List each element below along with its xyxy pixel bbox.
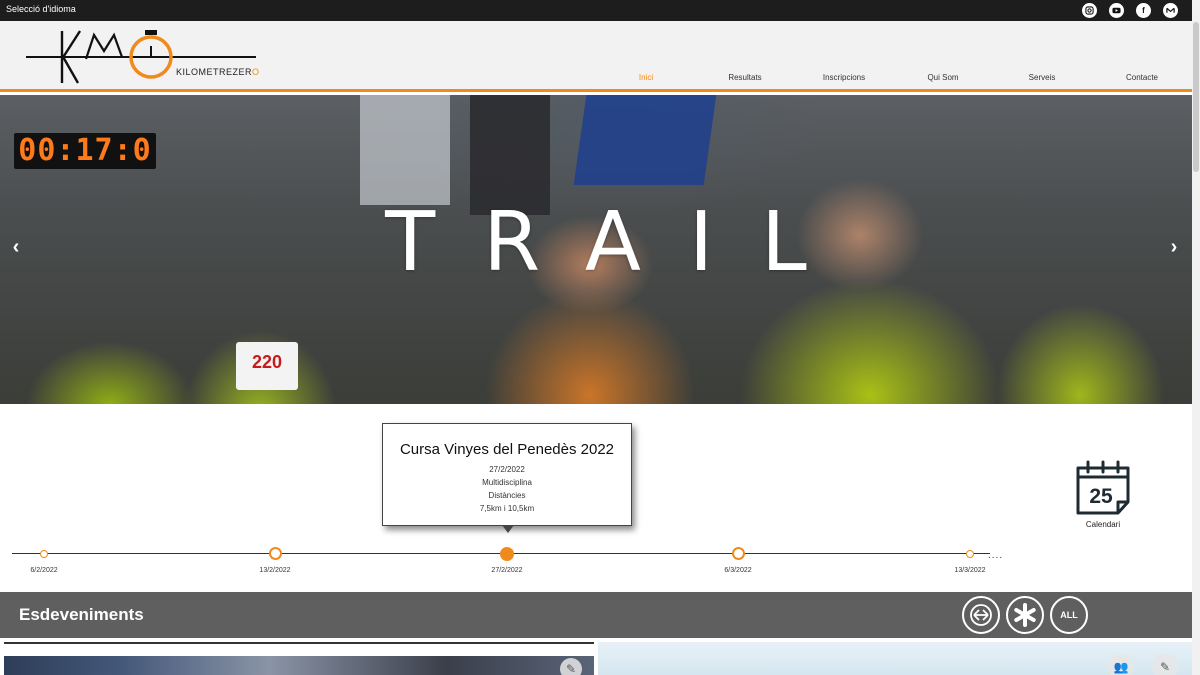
nav-item-qui-som[interactable]: Qui Som [893,73,993,82]
event-card[interactable]: 👥 ✎ [598,642,1192,675]
timeline-date[interactable]: 27/2/2022 [472,567,542,574]
filter-asterisk-button[interactable] [1006,596,1044,634]
site-logo[interactable]: KILOMETREZERO [24,27,264,87]
scrollbar-thumb[interactable] [1193,22,1199,172]
logo-wordmark: KILOMETREZERO [176,67,260,77]
hero-banner-white [360,95,450,205]
events-header: Esdeveniments ALL [0,592,1192,638]
events-title: Esdeveniments [19,605,144,624]
hero-banner-blue [573,95,717,185]
slider-next-button[interactable]: › [1166,237,1182,257]
timeline-date[interactable]: 13/3/2022 [935,567,1005,574]
nav-item-serveis[interactable]: Serveis [992,73,1092,82]
race-bib-number: 220 [251,352,283,372]
timeline-date[interactable]: 13/2/2022 [240,567,310,574]
event-tooltip-title: Cursa Vinyes del Penedès 2022 [399,441,615,458]
race-clock: 00:17:0 [14,133,156,169]
timeline-node[interactable] [732,547,745,560]
language-selector[interactable]: Selecció d'idioma [6,4,76,14]
timeline-date[interactable]: 6/2/2022 [9,567,79,574]
nav-item-contacte[interactable]: Contacte [1092,73,1192,82]
calendar-link[interactable]: 25 Calendari [1070,458,1136,529]
filter-all-button[interactable]: ALL [1050,596,1088,634]
social-links: f [1082,3,1178,18]
main-nav: Inici Resultats Inscripcions Qui Som Ser… [596,73,1192,87]
event-tooltip-distances: 7,5km i 10,5km [479,504,535,513]
event-tooltip-type: Multidisciplina [482,478,532,487]
slider-prev-button[interactable]: ‹ [8,237,24,257]
filter-arrows-button[interactable] [962,596,1000,634]
edit-icon[interactable]: ✎ [1152,654,1178,675]
timeline-node[interactable] [40,550,48,558]
group-icon[interactable]: 👥 [1108,654,1134,675]
logo-wordmark-main: KILOMETREZER [176,67,253,77]
calendar-label: Calendari [1085,520,1121,529]
mail-icon[interactable] [1163,3,1178,18]
logo-wordmark-accent: O [252,67,260,77]
calendar-day: 25 [1089,485,1113,508]
facebook-icon[interactable]: f [1136,3,1151,18]
timeline-node[interactable] [269,547,282,560]
top-bar: Selecció d'idioma f [0,0,1192,21]
timeline-node-active[interactable] [500,547,514,561]
event-tooltip-date: 27/2/2022 [489,465,525,474]
nav-item-inscripcions[interactable]: Inscripcions [794,73,894,82]
event-tooltip[interactable]: Cursa Vinyes del Penedès 2022 27/2/2022 … [382,423,632,533]
nav-item-resultats[interactable]: Resultats [695,73,795,82]
chevron-left-icon: ‹ [12,236,20,258]
site-header: KILOMETREZERO Inici Resultats Inscripcio… [0,21,1192,92]
youtube-icon[interactable] [1109,3,1124,18]
timeline-more: .... [988,550,1004,561]
chevron-right-icon: › [1170,236,1178,258]
asterisk-icon [1014,603,1036,627]
hero-title: TRAIL [385,195,855,290]
timeline-node[interactable] [966,550,974,558]
edit-icon[interactable]: ✎ [560,658,582,675]
event-card-image [4,656,594,675]
arrows-circle-icon [970,604,992,626]
instagram-icon[interactable] [1082,3,1097,18]
logo-mark [26,30,256,84]
page: Selecció d'idioma f KILOMETREZERO Inici … [0,0,1200,675]
event-card[interactable]: ✎ [4,642,594,675]
event-tooltip-distances-label: Distàncies [488,491,526,500]
nav-item-inici[interactable]: Inici [596,73,696,82]
timeline-date[interactable]: 6/3/2022 [703,567,773,574]
race-bib: 220 [236,342,298,390]
hero-slider: 00:17:0 220 TRAIL ‹ › [0,95,1192,404]
page-scrollbar[interactable] [1192,0,1200,675]
